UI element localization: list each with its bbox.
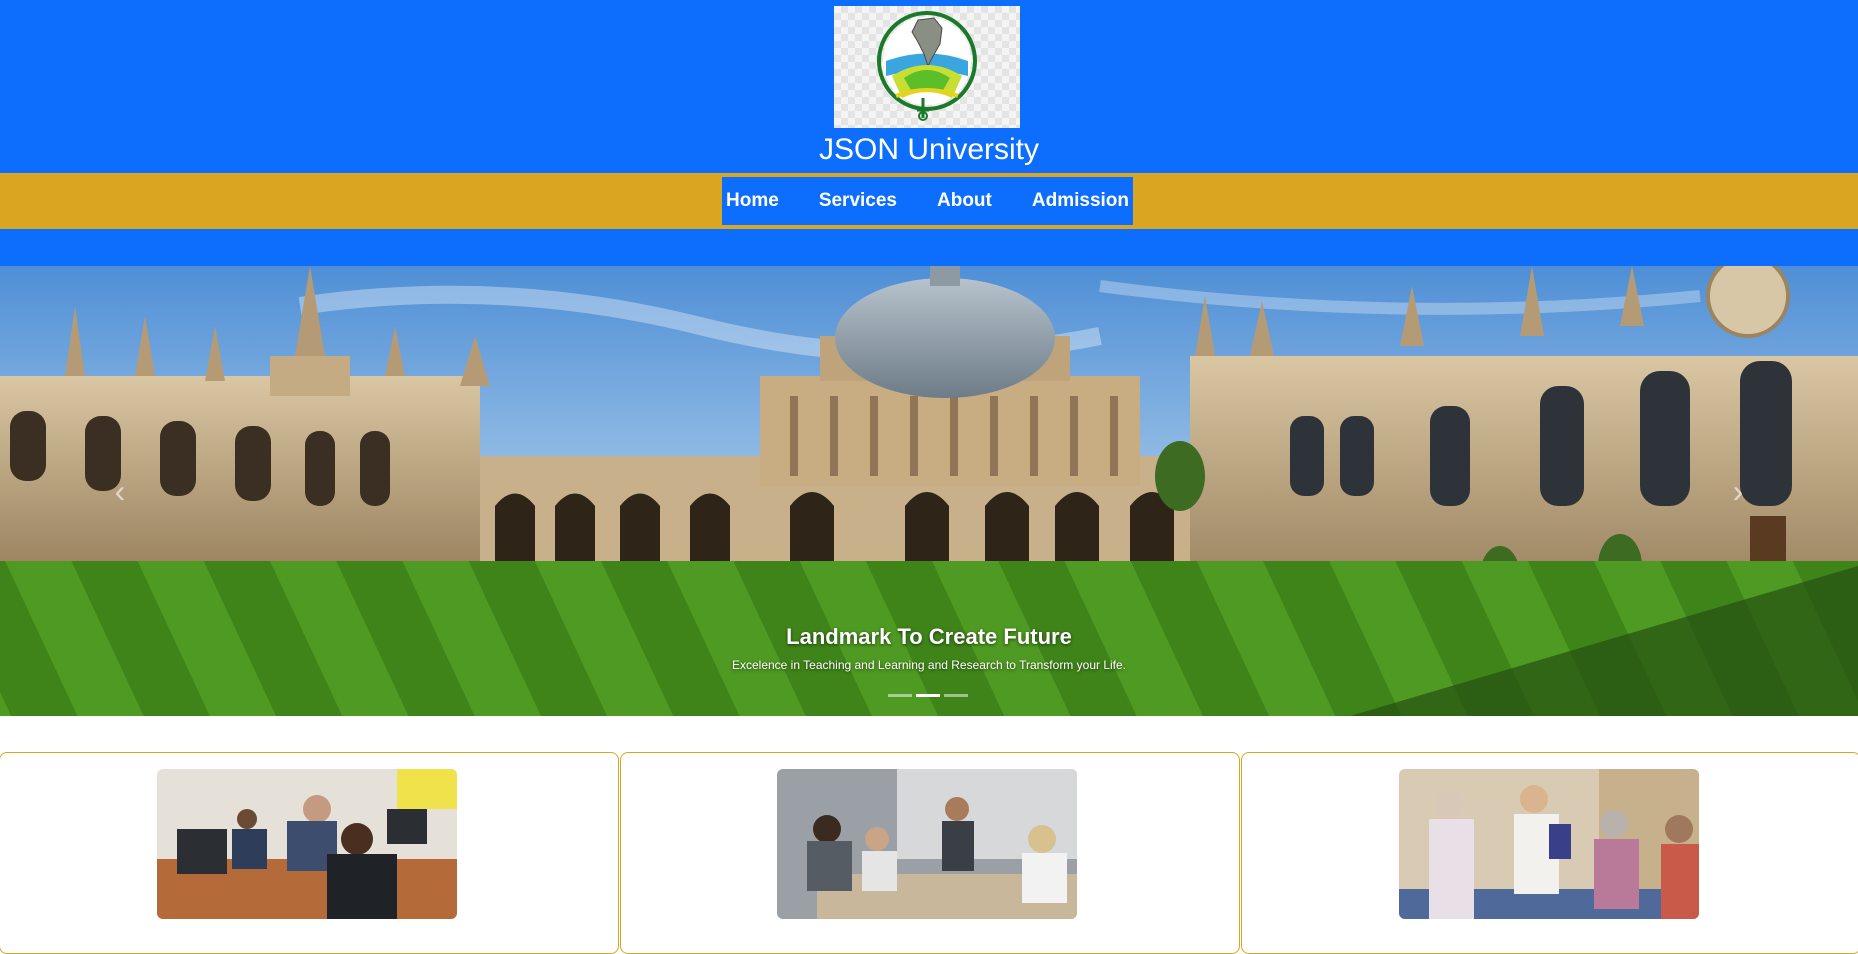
site-header: JSON University [0,0,1858,173]
card-1[interactable] [0,752,619,954]
university-logo[interactable] [834,6,1020,128]
nav-item-home[interactable]: Home [706,177,799,225]
students-computer-lab-photo [157,769,457,919]
carousel-prev-button[interactable]: ‹ [100,466,140,516]
nav-menu: Home Services About Admission [722,177,1133,225]
chevron-right-icon: › [1732,473,1744,509]
feature-cards [0,752,1858,954]
header-spacer [0,229,1858,266]
nav-item-admission[interactable]: Admission [1012,177,1149,225]
carousel-indicators [888,694,968,697]
carousel-next-button[interactable]: › [1718,466,1758,516]
classroom-presentation-photo [777,769,1077,919]
carousel-caption-text: Excelence in Teaching and Learning and R… [731,658,1126,672]
card-2[interactable] [620,752,1240,954]
carousel-caption-title: Landmark To Create Future [786,624,1072,649]
carousel-indicator-1[interactable] [888,694,912,697]
nav-item-services[interactable]: Services [799,177,917,225]
card-3[interactable] [1241,752,1858,954]
university-logo-icon [877,11,977,121]
care-group-discussion-photo [1399,769,1699,919]
site-title: JSON University [818,133,1040,166]
hero-carousel[interactable]: ‹ › Landmark To Create Future Excelence … [0,266,1858,716]
carousel-indicator-2[interactable] [916,694,940,697]
chevron-left-icon: ‹ [114,473,126,509]
navbar: Home Services About Admission [0,173,1858,229]
carousel-indicator-3[interactable] [944,694,968,697]
nav-item-about[interactable]: About [917,177,1012,225]
